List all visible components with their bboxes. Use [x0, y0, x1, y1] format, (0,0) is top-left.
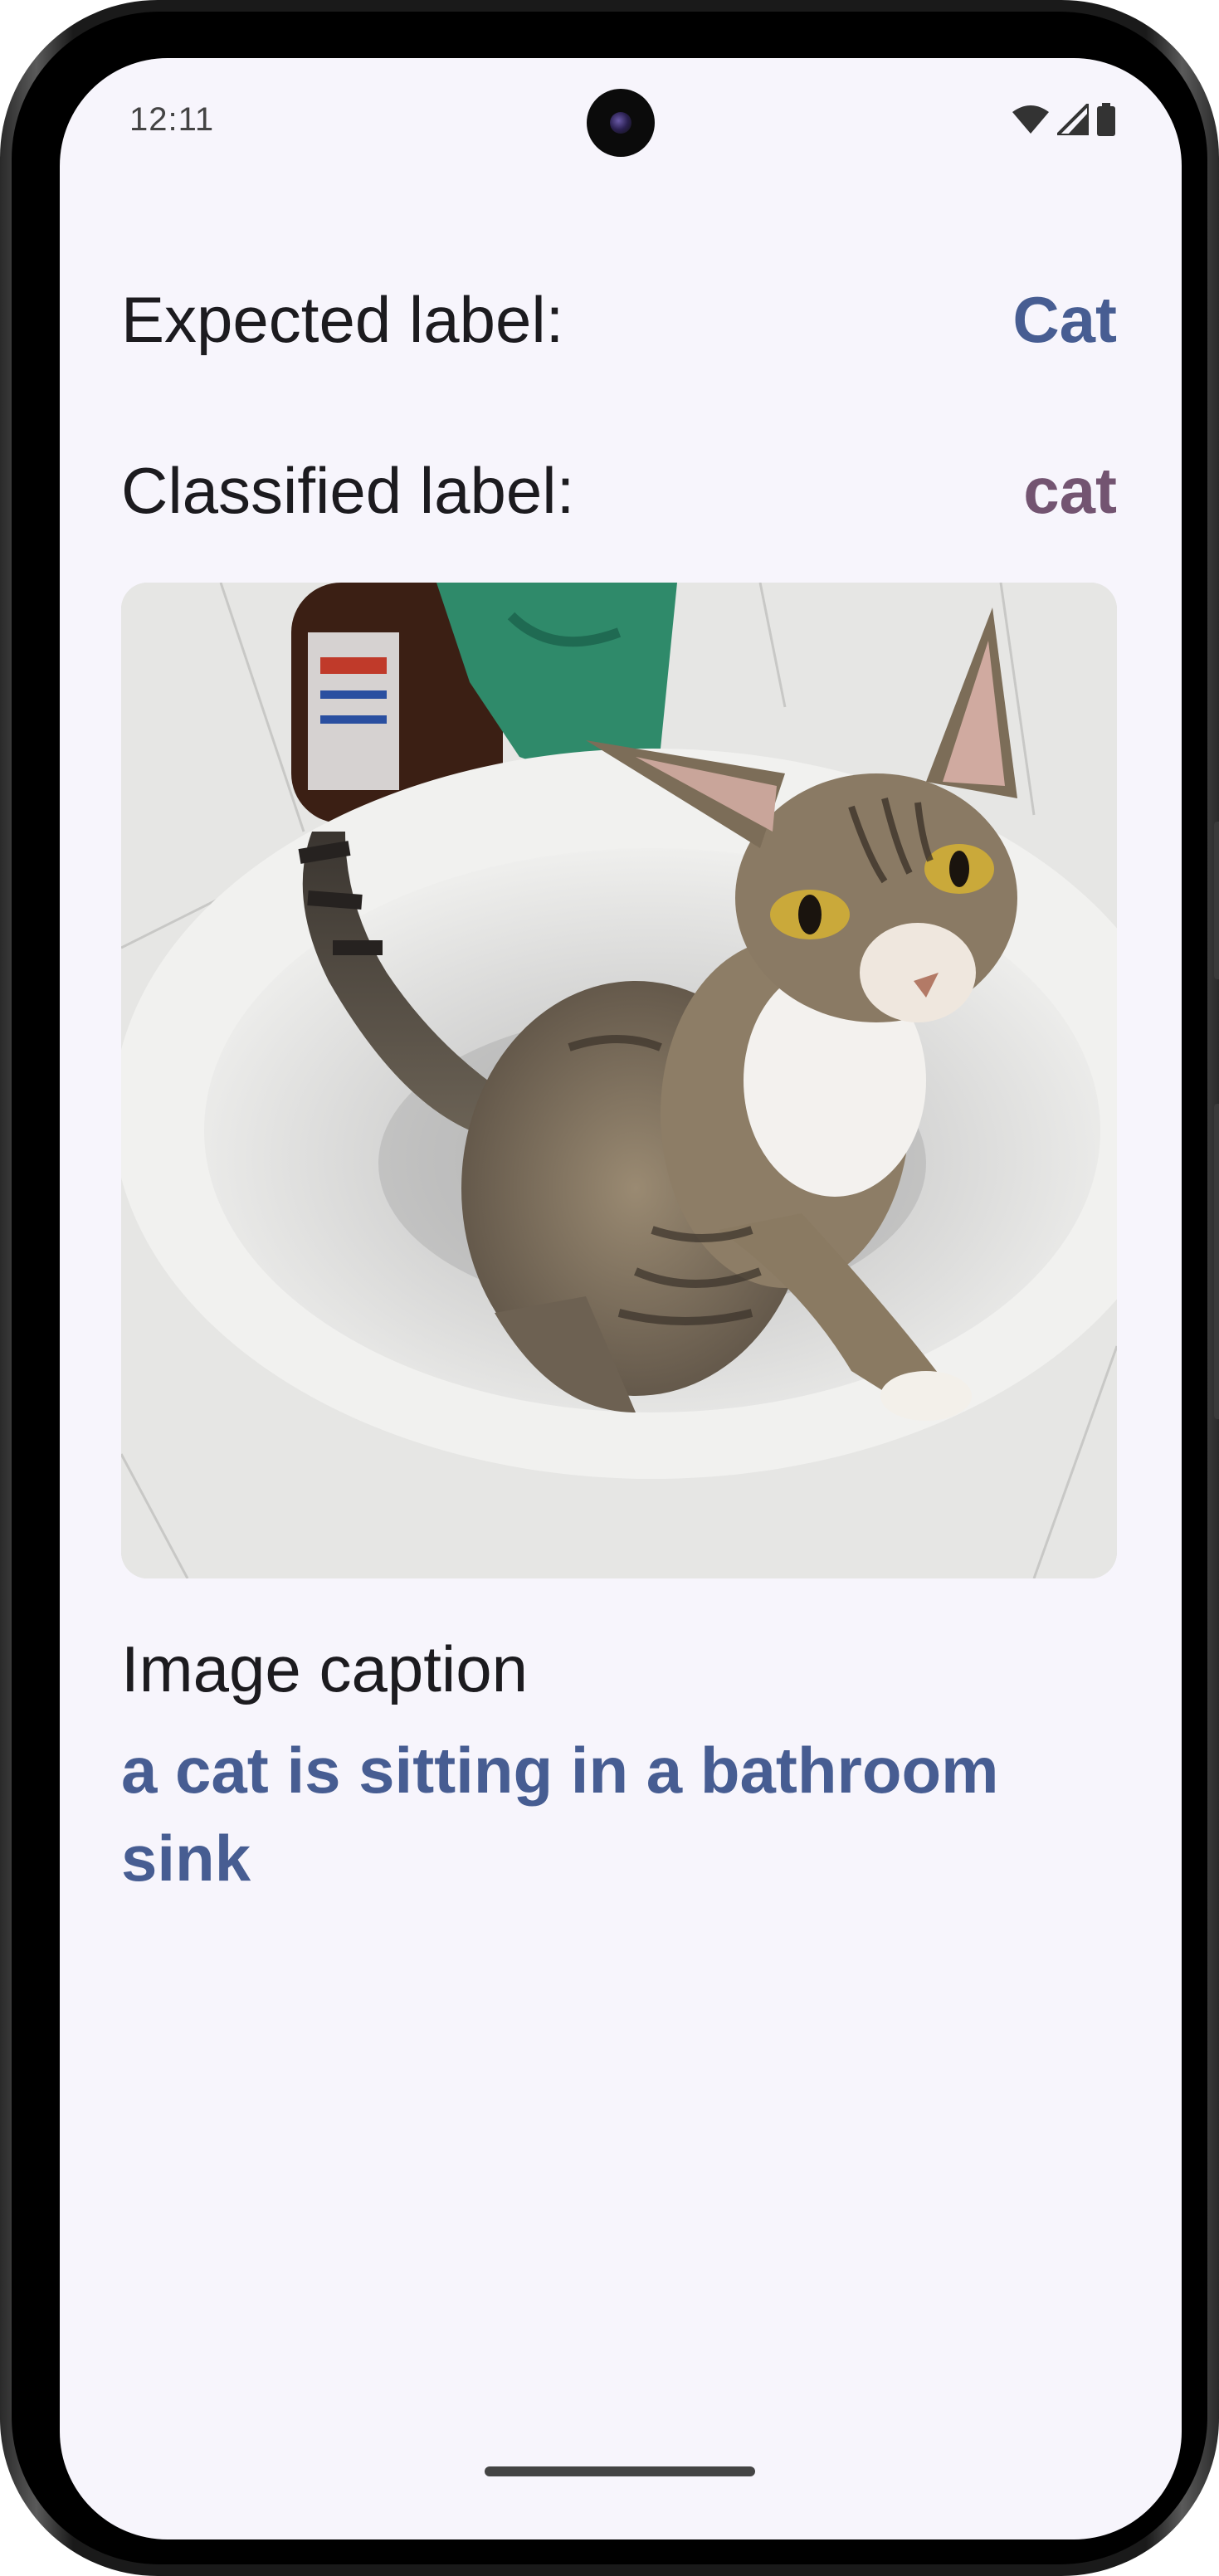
- expected-label-title: Expected label:: [121, 283, 564, 356]
- classified-label-value: cat: [1023, 454, 1117, 527]
- cellular-signal-icon: [1057, 104, 1089, 135]
- status-bar: 12:11: [60, 58, 1182, 183]
- image-caption-text: a cat is sitting in a bathroom sink: [121, 1734, 999, 1895]
- front-camera: [587, 89, 655, 157]
- volume-button: [1214, 822, 1219, 979]
- battery-icon: [1097, 103, 1115, 136]
- status-time: 12:11: [129, 101, 215, 138]
- expected-label-row: Expected label: Cat: [121, 282, 1117, 358]
- phone-frame: 12:11 Expected label: Cat Classified lab…: [0, 0, 1219, 2576]
- cat-in-sink-photo: [121, 583, 1117, 1578]
- phone-bezel: 12:11 Expected label: Cat Classified lab…: [12, 12, 1207, 2564]
- image-caption-title: Image caption: [121, 1632, 528, 1705]
- app-screen: 12:11 Expected label: Cat Classified lab…: [60, 58, 1182, 2539]
- classified-label-title: Classified label:: [121, 454, 575, 527]
- home-indicator[interactable]: [485, 2466, 755, 2476]
- classified-label-row: Classified label: cat: [121, 453, 1117, 529]
- wifi-icon: [1012, 105, 1049, 134]
- status-icons: [1012, 103, 1115, 136]
- expected-label-value: Cat: [1012, 283, 1117, 356]
- power-button: [1214, 1104, 1219, 1419]
